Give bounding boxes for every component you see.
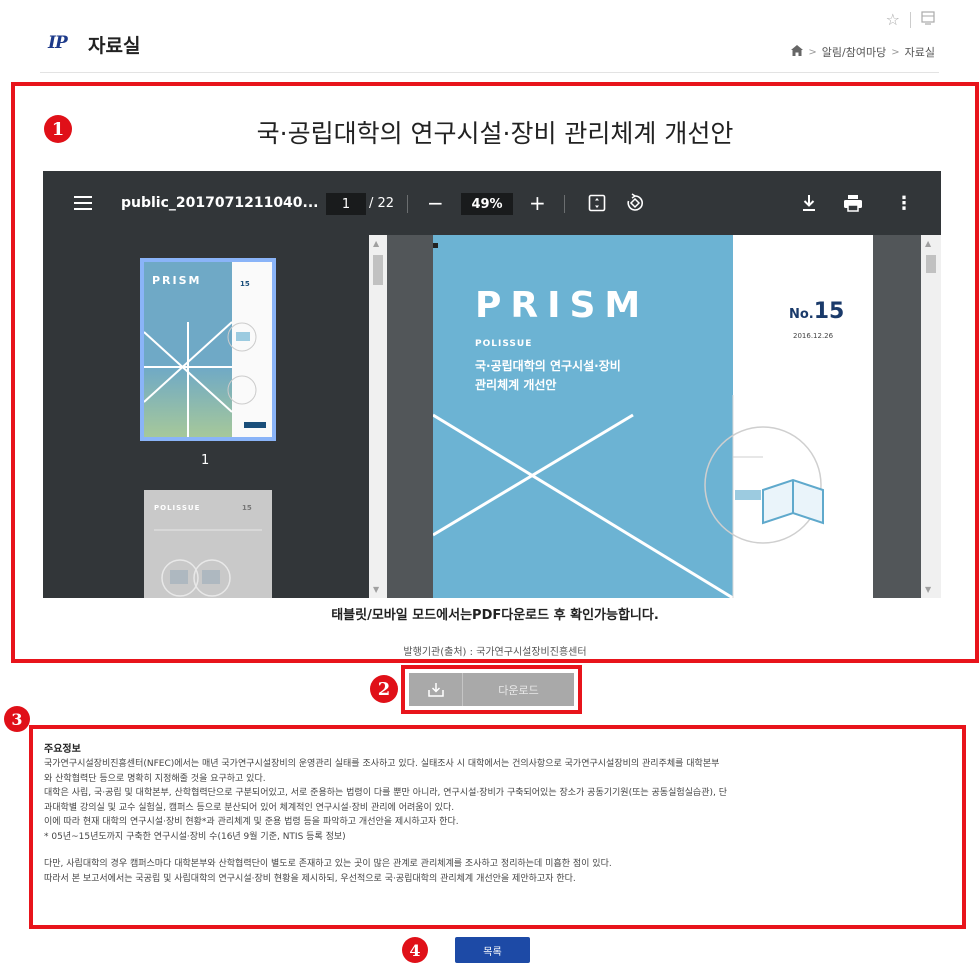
annotation-marker-3: 3 (4, 706, 30, 732)
scroll-up-icon[interactable]: ▲ (925, 239, 931, 248)
breadcrumb: > 알림/참여마당 > 자료실 (791, 44, 935, 60)
info-line: 국가연구시설장비진흥센터(NFEC)에서는 매년 국가연구시설장비의 운영관리 … (44, 759, 720, 769)
cover-issue-prefix: No. (789, 307, 814, 322)
cover-title-line2: 관리체계 개선안 (475, 378, 557, 392)
chevron-right-icon: > (808, 46, 817, 58)
breadcrumb-item[interactable]: 자료실 (905, 44, 935, 60)
thumbnail-label: 1 (201, 453, 210, 468)
info-line: 따라서 본 보고서에서는 국공립 및 사립대학의 연구시설·장비 현황을 제시하… (44, 873, 576, 884)
divider (407, 195, 408, 213)
star-icon[interactable]: ☆ (886, 10, 900, 29)
info-line: 이에 따라 현재 대학의 연구시설·장비 현황*과 관리체계 및 준용 법령 등… (44, 817, 459, 827)
info-line: 와 산학협력단 등으로 명확히 지정해줄 것을 요구하고 있다. (44, 773, 266, 784)
menu-icon[interactable] (73, 171, 93, 235)
cover-date: 2016.12.26 (793, 332, 834, 340)
pdf-filename: public_2017071211040... (121, 195, 319, 211)
page-number-input[interactable]: 1 (326, 193, 366, 215)
cover-issue: No.15 (789, 299, 844, 324)
info-line: 과대학별 강의실 및 교수 실험실, 캠퍼스 등으로 분산되어 있어 체계적인 … (44, 802, 455, 813)
print-icon[interactable] (843, 171, 863, 235)
thumbnail-brand: PRISM (152, 274, 202, 287)
more-vertical-icon[interactable]: ⋮ (895, 171, 913, 235)
divider (40, 72, 939, 73)
scroll-down-icon[interactable]: ▼ (373, 585, 379, 594)
annotation-marker-4: 4 (402, 937, 428, 963)
zoom-in-icon[interactable]: + (529, 171, 546, 235)
rotate-icon[interactable] (625, 171, 645, 235)
cover-graphic (144, 321, 266, 437)
sidebar-scrollbar[interactable]: ▲ ▼ (369, 235, 387, 598)
annotation-box-info: 주요정보 국가연구시설장비진흥센터(NFEC)에서는 매년 국가연구시설장비의 … (29, 725, 966, 929)
info-line: 다만, 사립대학의 경우 캠퍼스마다 대학본부와 산학협력단이 별도로 존재하고… (44, 859, 612, 869)
pdf-viewer[interactable]: public_2017071211040... 1 / 22 − 49% + ⋮ (43, 171, 941, 598)
pdf-toolbar: public_2017071211040... 1 / 22 − 49% + ⋮ (43, 171, 941, 235)
zoom-out-icon[interactable]: − (427, 171, 444, 235)
info-line: * 05년~15년도까지 구축한 연구시설·장비 수(16년 9월 기준, NT… (44, 831, 346, 842)
cover-title-line1: 국·공립대학의 연구시설·장비 (475, 359, 621, 373)
logo: IP (48, 33, 68, 53)
annotation-marker-1: 1 (44, 115, 72, 143)
info-line: 대학은 사립, 국·공립 및 대학본부, 산학협력단으로 구분되어있고, 서로 … (44, 788, 727, 798)
viewer-note: 태블릿/모바일 모드에서는PDF다운로드 후 확인가능합니다. (331, 608, 659, 623)
download-icon (409, 673, 463, 706)
page-header: IP 자료실 ☆ > 알림/참여마당 > 자료실 (0, 0, 979, 74)
publisher-info: 발행기관(출처) : 국가연구시설장비진흥센터 (403, 647, 587, 658)
list-button[interactable]: 목록 (455, 937, 530, 963)
scrollbar-thumb[interactable] (373, 255, 383, 285)
scrollbar-thumb[interactable] (926, 255, 936, 273)
download-button[interactable]: 다운로드 (409, 673, 574, 706)
cover-brand: PRISM (475, 285, 650, 326)
scroll-down-icon[interactable]: ▼ (925, 585, 931, 594)
breadcrumb-item[interactable]: 알림/참여마당 (822, 44, 886, 60)
zoom-input[interactable]: 49% (461, 193, 513, 215)
chevron-right-icon: > (891, 46, 900, 58)
top-icons: ☆ (886, 10, 935, 29)
annotation-box-viewer: 국·공립대학의 연구시설·장비 관리체계 개선안 public_20170712… (11, 82, 979, 663)
divider (564, 195, 565, 213)
pdf-page: PRISM POLISSUE 국·공립대학의 연구시설·장비 관리체계 개선안 … (433, 235, 873, 598)
download-icon[interactable] (801, 171, 817, 235)
print-icon[interactable] (921, 10, 935, 29)
download-label: 다운로드 (498, 683, 539, 697)
scroll-up-icon[interactable]: ▲ (373, 239, 379, 248)
page-title: 자료실 (88, 35, 141, 57)
page-thumbnail[interactable]: POLISSUE 15 (144, 490, 272, 598)
page-total: / 22 (369, 195, 395, 211)
thumbnail-sidebar[interactable]: PRISM 15 1 POLISSUE 15 (43, 235, 387, 598)
info-title: 주요정보 (44, 744, 81, 755)
cover-issue-number: 15 (813, 299, 845, 324)
thumbnail-graphic (154, 529, 262, 597)
thumbnail-issue: 15 (240, 280, 250, 288)
divider (910, 11, 911, 28)
page-thumbnail[interactable]: PRISM 15 (140, 258, 276, 441)
cover-series: POLISSUE (475, 339, 533, 349)
annotation-marker-2: 2 (370, 675, 398, 703)
home-icon[interactable] (791, 45, 804, 59)
fit-page-icon[interactable] (588, 171, 606, 235)
page-scrollbar[interactable]: ▲ ▼ (921, 235, 941, 598)
document-title: 국·공립대학의 연구시설·장비 관리체계 개선안 (256, 119, 734, 148)
